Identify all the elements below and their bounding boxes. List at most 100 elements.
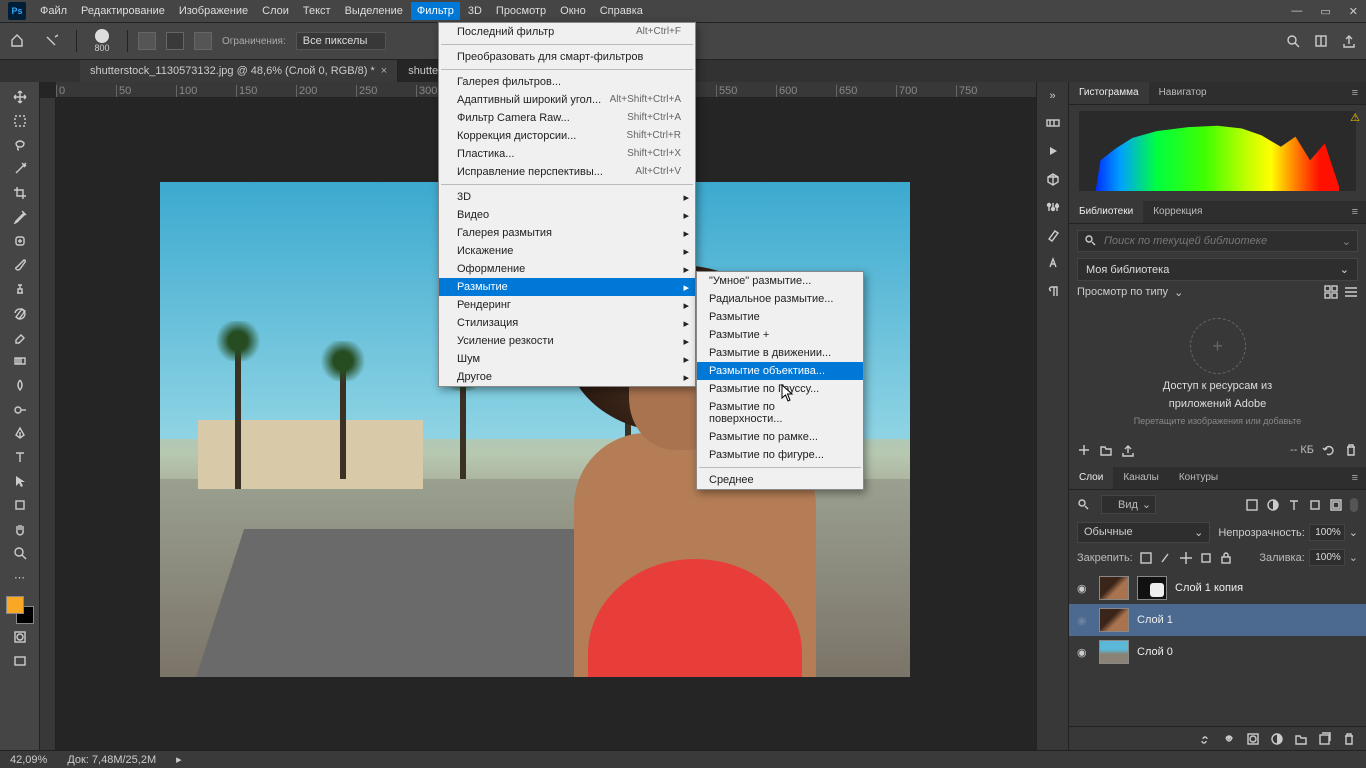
blur-radial[interactable]: Радиальное размытие...	[697, 290, 863, 308]
menu-select[interactable]: Выделение	[345, 5, 403, 17]
close-icon[interactable]: ×	[381, 65, 387, 77]
layer-item-1[interactable]: ◉ Слой 1	[1069, 604, 1366, 636]
window-close[interactable]: ✕	[1349, 5, 1358, 18]
eyedropper-tool[interactable]	[6, 206, 34, 228]
layer-name[interactable]: Слой 0	[1137, 646, 1173, 658]
sample-all-layers-icon[interactable]	[138, 32, 156, 50]
filter-noise-sub[interactable]: Шум▸	[439, 350, 695, 368]
filter-adjustment-icon[interactable]	[1266, 498, 1280, 512]
marquee-tool[interactable]	[6, 110, 34, 132]
panel-menu-icon[interactable]: ≡	[1344, 82, 1366, 104]
eraser-tool[interactable]	[6, 326, 34, 348]
workspace-icon[interactable]	[1314, 34, 1328, 48]
doc-tab-0[interactable]: shutterstock_1130573132.jpg @ 48,6% (Сло…	[80, 60, 398, 82]
document-size[interactable]: Док: 7,48M/25,2M	[67, 754, 156, 766]
sample-current-layer-icon[interactable]	[166, 32, 184, 50]
filter-other-sub[interactable]: Другое▸	[439, 368, 695, 386]
chevron-down-icon[interactable]: ⌄	[1174, 286, 1183, 299]
share-icon[interactable]	[1342, 34, 1356, 48]
collapse-icon[interactable]: »	[1049, 90, 1055, 102]
type-tool[interactable]	[6, 446, 34, 468]
layer-item-0[interactable]: ◉ Слой 1 копия	[1069, 572, 1366, 604]
filter-toggle[interactable]	[1350, 498, 1358, 512]
fill-input[interactable]	[1309, 549, 1345, 566]
crop-tool[interactable]	[6, 182, 34, 204]
filter-distort-sub[interactable]: Искажение▸	[439, 242, 695, 260]
filter-3d-sub[interactable]: 3D▸	[439, 188, 695, 206]
tab-layers[interactable]: Слои	[1069, 467, 1113, 489]
opacity-input[interactable]	[1309, 524, 1345, 541]
tab-libraries[interactable]: Библиотеки	[1069, 201, 1143, 223]
filter-gallery[interactable]: Галерея фильтров...	[439, 73, 695, 91]
blur-box[interactable]: Размытие по рамке...	[697, 428, 863, 446]
search-icon[interactable]	[1077, 498, 1091, 512]
lock-artboard-icon[interactable]	[1199, 551, 1213, 565]
layer-thumbnail[interactable]	[1099, 640, 1129, 664]
new-adjustment-icon[interactable]	[1270, 732, 1284, 746]
visibility-icon[interactable]: ◉	[1077, 614, 1091, 627]
dodge-tool[interactable]	[6, 398, 34, 420]
filter-video-sub[interactable]: Видео▸	[439, 206, 695, 224]
blur-tool[interactable]	[6, 374, 34, 396]
tab-adjustments[interactable]: Коррекция	[1143, 201, 1212, 223]
menu-edit[interactable]: Редактирование	[81, 5, 165, 17]
blur-more[interactable]: Размытие +	[697, 326, 863, 344]
filter-adaptive-wide[interactable]: Адаптивный широкий угол...Alt+Shift+Ctrl…	[439, 91, 695, 109]
lock-all-icon[interactable]	[1219, 551, 1233, 565]
timeline-icon[interactable]	[1046, 116, 1060, 130]
filter-liquify[interactable]: Пластика...Shift+Ctrl+X	[439, 145, 695, 163]
add-mask-icon[interactable]	[1246, 732, 1260, 746]
window-maximize[interactable]: ▭	[1320, 5, 1330, 18]
menu-help[interactable]: Справка	[600, 5, 643, 17]
3d-icon[interactable]	[1046, 172, 1060, 186]
finger-painting-icon[interactable]	[194, 32, 212, 50]
foreground-color[interactable]	[6, 596, 24, 614]
delete-layer-icon[interactable]	[1342, 732, 1356, 746]
tab-channels[interactable]: Каналы	[1113, 467, 1169, 489]
filter-type-icon[interactable]	[1287, 498, 1301, 512]
layer-thumbnail[interactable]	[1099, 576, 1129, 600]
filter-pixelate-sub[interactable]: Оформление▸	[439, 260, 695, 278]
filter-camera-raw[interactable]: Фильтр Camera Raw...Shift+Ctrl+A	[439, 109, 695, 127]
menu-3d[interactable]: 3D	[468, 5, 482, 17]
panel-menu-icon[interactable]: ≡	[1344, 201, 1366, 223]
menu-layers[interactable]: Слои	[262, 5, 289, 17]
chevron-down-icon[interactable]: ⌄	[1349, 551, 1358, 564]
path-selection-tool[interactable]	[6, 470, 34, 492]
history-brush-tool[interactable]	[6, 302, 34, 324]
layer-thumbnail[interactable]	[1099, 608, 1129, 632]
blur-lens[interactable]: Размытие объектива...	[697, 362, 863, 380]
color-swatches[interactable]	[6, 596, 34, 624]
new-layer-icon[interactable]	[1318, 732, 1332, 746]
play-icon[interactable]	[1046, 144, 1060, 158]
lock-pixels-icon[interactable]	[1139, 551, 1153, 565]
chevron-down-icon[interactable]: ⌄	[1349, 526, 1358, 539]
filter-last[interactable]: Последний фильтр Alt+Ctrl+F	[439, 23, 695, 41]
filter-lens-correction[interactable]: Коррекция дисторсии...Shift+Ctrl+R	[439, 127, 695, 145]
adjustments-icon[interactable]	[1046, 200, 1060, 214]
magic-wand-tool[interactable]	[6, 158, 34, 180]
blend-mode-dropdown[interactable]: Обычные⌄	[1077, 522, 1210, 543]
filter-blur-sub[interactable]: Размытие▸	[439, 278, 695, 296]
visibility-icon[interactable]: ◉	[1077, 646, 1091, 659]
menu-file[interactable]: Файл	[40, 5, 67, 17]
filter-smart-icon[interactable]	[1329, 498, 1343, 512]
blur-smart[interactable]: "Умное" размытие...	[697, 272, 863, 290]
screen-mode-toggle[interactable]	[6, 650, 34, 672]
brush-preview[interactable]: 800	[87, 26, 117, 56]
layer-mask-thumbnail[interactable]	[1137, 576, 1167, 600]
tab-histogram[interactable]: Гистограмма	[1069, 82, 1149, 104]
lock-position-brush-icon[interactable]	[1159, 551, 1173, 565]
blur-average[interactable]: Среднее	[697, 471, 863, 489]
filter-convert-smart[interactable]: Преобразовать для смарт-фильтров	[439, 48, 695, 66]
healing-brush-tool[interactable]	[6, 230, 34, 252]
gradient-tool[interactable]	[6, 350, 34, 372]
zoom-level[interactable]: 42,09%	[10, 754, 47, 766]
pen-tool[interactable]	[6, 422, 34, 444]
hand-tool[interactable]	[6, 518, 34, 540]
menu-text[interactable]: Текст	[303, 5, 331, 17]
list-view-icon[interactable]	[1344, 285, 1358, 299]
new-group-icon[interactable]	[1294, 732, 1308, 746]
library-dropzone[interactable]: + Доступ к ресурсам из приложений Adobe …	[1077, 305, 1358, 439]
tool-preset-icon[interactable]	[36, 26, 66, 56]
